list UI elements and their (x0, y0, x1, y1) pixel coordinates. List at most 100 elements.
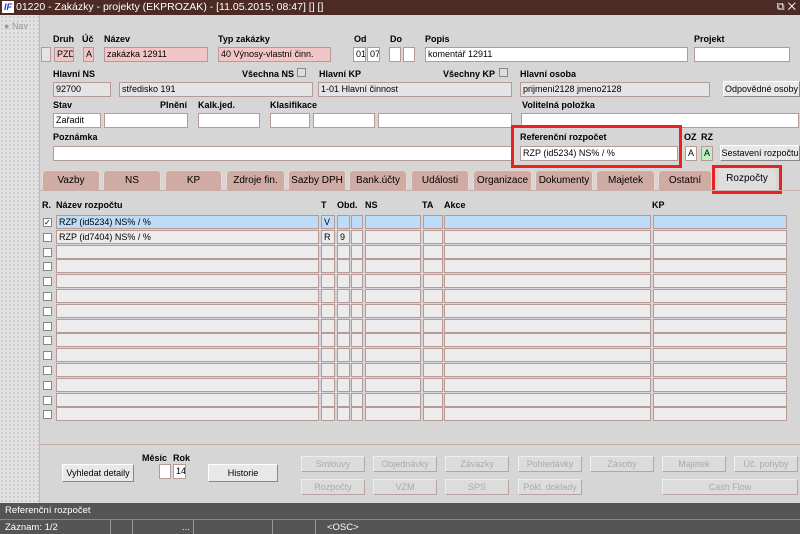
cell-obd[interactable]: 9 (337, 229, 350, 244)
tab-8[interactable]: Dokumenty (535, 170, 593, 190)
cell-kp[interactable] (653, 259, 787, 274)
cell-kp[interactable] (653, 229, 787, 244)
vyhledat-detaily-button[interactable]: Vyhledat detaily (62, 464, 134, 482)
cell-x[interactable] (351, 407, 363, 422)
plneni-field[interactable] (104, 113, 188, 128)
row-checkbox[interactable] (43, 380, 52, 390)
cell-obd[interactable] (337, 348, 350, 363)
cell-t[interactable] (321, 348, 335, 363)
cell-ns[interactable] (365, 259, 421, 274)
cell-akce[interactable] (444, 407, 651, 422)
tab-1[interactable]: NS (103, 170, 161, 190)
row-checkbox[interactable] (43, 410, 52, 420)
od-year-field[interactable]: 07 (367, 47, 380, 62)
klasifikace-1-field[interactable] (270, 113, 310, 128)
cell-obd[interactable] (337, 244, 350, 259)
cell-kp[interactable] (653, 363, 787, 377)
button-0[interactable]: Smlouvy (301, 456, 365, 472)
cell-ns[interactable] (365, 215, 421, 229)
cell-t[interactable]: R (321, 229, 335, 244)
cell-akce[interactable] (444, 318, 651, 333)
cell-x[interactable] (351, 274, 363, 289)
cell-akce[interactable] (444, 333, 651, 348)
cell-ta[interactable] (423, 215, 443, 229)
cell-ta[interactable] (423, 392, 443, 407)
button2-4[interactable]: Cash Flow (662, 479, 798, 495)
row-checkbox[interactable] (43, 366, 52, 375)
cell-kp[interactable] (653, 348, 787, 363)
cell-kp[interactable] (653, 333, 787, 348)
cell-ns[interactable] (365, 333, 421, 348)
cell-ns[interactable] (365, 392, 421, 407)
cell-x[interactable] (351, 392, 363, 407)
cell-t[interactable] (321, 318, 335, 333)
tab-9[interactable]: Majetek (596, 170, 655, 190)
cell-ns[interactable] (365, 363, 421, 377)
cell-nazev[interactable] (56, 363, 319, 377)
cell-t[interactable] (321, 363, 335, 377)
hlavni-kp-field[interactable]: 1-01 Hlavní činnost (318, 82, 512, 97)
row-checkbox[interactable]: ✓ (43, 218, 52, 227)
cell-ta[interactable] (423, 333, 443, 348)
cell-nazev[interactable]: RZP (id5234) NS% / % (56, 215, 319, 229)
row-checkbox[interactable] (43, 306, 52, 316)
cell-akce[interactable] (444, 259, 651, 274)
cell-x[interactable] (351, 215, 363, 229)
cell-t[interactable]: V (321, 215, 335, 229)
cell-x[interactable] (351, 318, 363, 333)
cell-obd[interactable] (337, 215, 350, 229)
row-checkbox[interactable] (43, 351, 52, 361)
hlavni-ns-field[interactable]: 92700 (53, 82, 111, 97)
tab-7[interactable]: Organizace (473, 170, 532, 190)
button-6[interactable]: Úč. pohyby (734, 456, 798, 472)
cell-nazev[interactable] (56, 318, 319, 333)
button2-3[interactable]: Pokl. doklady (518, 479, 582, 495)
cell-ns[interactable] (365, 407, 421, 422)
cell-ns[interactable] (365, 244, 421, 259)
cell-akce[interactable] (444, 303, 651, 318)
window-controls[interactable]: ⧉ ✕ (777, 0, 796, 15)
row-checkbox[interactable] (43, 292, 52, 301)
hlavni-osoba-field[interactable]: prijmeni2128 jmeno2128 (520, 82, 710, 97)
tab-10[interactable]: Ostatní (658, 170, 712, 190)
do-month-field[interactable] (389, 47, 401, 62)
row-checkbox[interactable] (43, 247, 52, 257)
cell-kp[interactable] (653, 303, 787, 318)
cell-x[interactable] (351, 348, 363, 363)
tab-6[interactable]: Události (411, 170, 469, 190)
cell-ta[interactable] (423, 348, 443, 363)
vsechna-ns-checkbox[interactable] (297, 68, 306, 77)
klasifikace-2-field[interactable] (313, 113, 375, 128)
cell-ta[interactable] (423, 229, 443, 244)
cell-ns[interactable] (365, 318, 421, 333)
cell-akce[interactable] (444, 244, 651, 259)
cell-x[interactable] (351, 377, 363, 392)
cell-nazev[interactable] (56, 392, 319, 407)
row-checkbox[interactable] (43, 336, 52, 346)
cell-ta[interactable] (423, 259, 443, 274)
cell-kp[interactable] (653, 289, 787, 303)
button-4[interactable]: Zásoby (590, 456, 654, 472)
cell-akce[interactable] (444, 377, 651, 392)
cell-akce[interactable] (444, 392, 651, 407)
cell-x[interactable] (351, 289, 363, 303)
cell-obd[interactable] (337, 377, 350, 392)
cell-x[interactable] (351, 244, 363, 259)
row-checkbox[interactable] (43, 262, 52, 272)
cell-obd[interactable] (337, 333, 350, 348)
button-2[interactable]: Závazky (445, 456, 509, 472)
cell-obd[interactable] (337, 289, 350, 303)
cell-ns[interactable] (365, 229, 421, 244)
cell-ns[interactable] (365, 303, 421, 318)
cell-nazev[interactable] (56, 244, 319, 259)
button-1[interactable]: Objednávky (373, 456, 437, 472)
cell-t[interactable] (321, 303, 335, 318)
cell-t[interactable] (321, 274, 335, 289)
tab-0[interactable]: Vazby (42, 170, 100, 190)
row-checkbox[interactable] (43, 277, 52, 287)
cell-kp[interactable] (653, 318, 787, 333)
cell-ta[interactable] (423, 407, 443, 422)
rok-field[interactable]: 14 (173, 464, 186, 479)
cell-ta[interactable] (423, 363, 443, 377)
klasifikace-3-field[interactable] (378, 113, 512, 128)
